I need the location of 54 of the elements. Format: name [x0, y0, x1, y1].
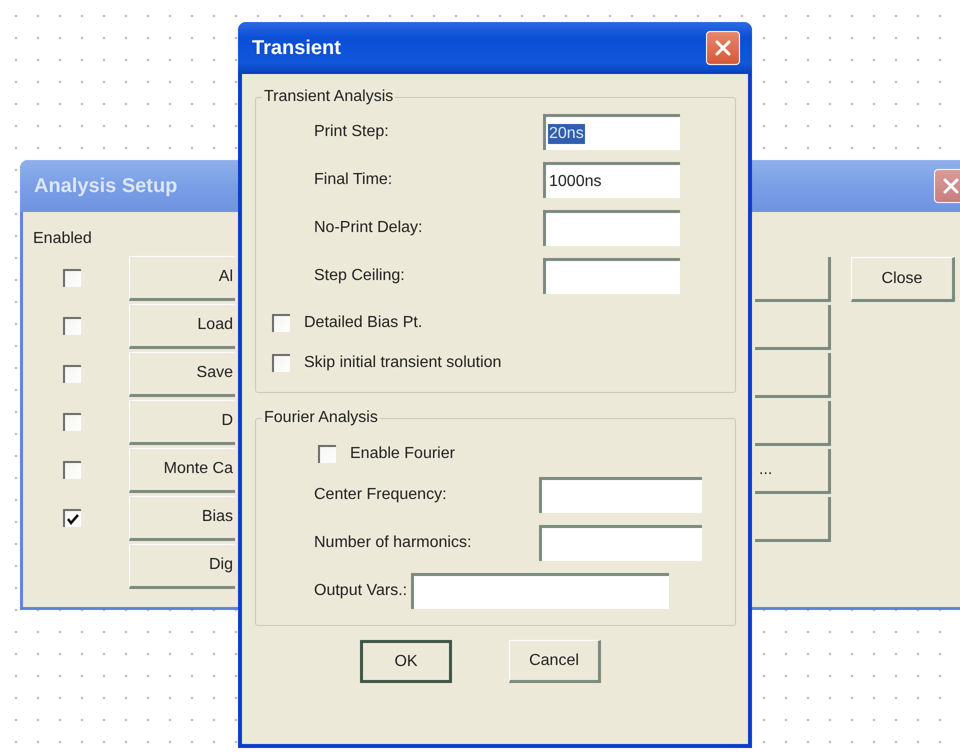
- checkbox-label: Detailed Bias Pt.: [304, 314, 422, 332]
- checkbox[interactable]: [63, 269, 81, 287]
- analysis-button[interactable]: Bias: [129, 496, 235, 540]
- analysis-button[interactable]: [755, 305, 831, 350]
- field-value: 20ns: [548, 124, 585, 144]
- field-label: Number of harmonics:: [314, 534, 472, 552]
- checkbox[interactable]: [272, 354, 290, 372]
- analysis-button[interactable]: Al: [129, 256, 235, 300]
- input-field[interactable]: [411, 573, 670, 609]
- dialog-button[interactable]: OK: [360, 640, 452, 683]
- input-field[interactable]: [539, 525, 702, 561]
- checkbox[interactable]: [272, 314, 290, 332]
- dialog-button[interactable]: Cancel: [509, 640, 601, 683]
- checkbox[interactable]: [63, 509, 81, 527]
- checkbox[interactable]: [63, 365, 81, 383]
- dialog-title: Transient: [252, 36, 341, 60]
- group-title: Transient Analysis: [263, 88, 394, 106]
- analysis-button[interactable]: [755, 497, 831, 542]
- analysis-button[interactable]: [755, 257, 831, 302]
- field-value: 1000ns: [548, 172, 602, 192]
- checkbox[interactable]: [318, 445, 336, 463]
- checkbox[interactable]: [63, 461, 81, 479]
- checkmark-icon: [66, 513, 80, 525]
- group-title: Fourier Analysis: [263, 409, 379, 427]
- input-field[interactable]: [539, 477, 702, 513]
- analysis-button[interactable]: [755, 353, 831, 398]
- analysis-button[interactable]: Load: [129, 304, 235, 348]
- checkbox-label: Skip initial transient solution: [304, 354, 502, 372]
- input-field[interactable]: [543, 210, 680, 246]
- column-header: Enabled: [33, 230, 93, 249]
- field-label: Final Time:: [314, 171, 394, 189]
- field-label: Center Frequency:: [314, 486, 447, 504]
- analysis-button[interactable]: ...: [755, 449, 831, 494]
- close-icon: [942, 177, 960, 195]
- close-button[interactable]: Close: [851, 257, 955, 302]
- analysis-button[interactable]: Save: [129, 352, 235, 396]
- close-icon: [714, 39, 732, 57]
- input-field[interactable]: 1000ns: [543, 162, 680, 198]
- close-button[interactable]: [934, 169, 960, 203]
- analysis-button[interactable]: D: [129, 400, 235, 444]
- checkbox[interactable]: [63, 317, 81, 335]
- analysis-button[interactable]: Monte Ca: [129, 448, 235, 492]
- input-field[interactable]: [543, 258, 680, 294]
- field-label: No-Print Delay:: [314, 219, 424, 237]
- field-label: Output Vars.:: [314, 582, 408, 600]
- analysis-button[interactable]: Dig: [129, 544, 235, 588]
- checkbox[interactable]: [63, 413, 81, 431]
- field-label: Print Step:: [314, 123, 390, 141]
- close-button[interactable]: [706, 31, 740, 65]
- window-title: Analysis Setup: [34, 174, 178, 198]
- analysis-button[interactable]: [755, 401, 831, 446]
- checkbox-label: Enable Fourier: [350, 445, 455, 463]
- input-field[interactable]: 20ns: [543, 114, 680, 150]
- field-label: Step Ceiling:: [314, 267, 406, 285]
